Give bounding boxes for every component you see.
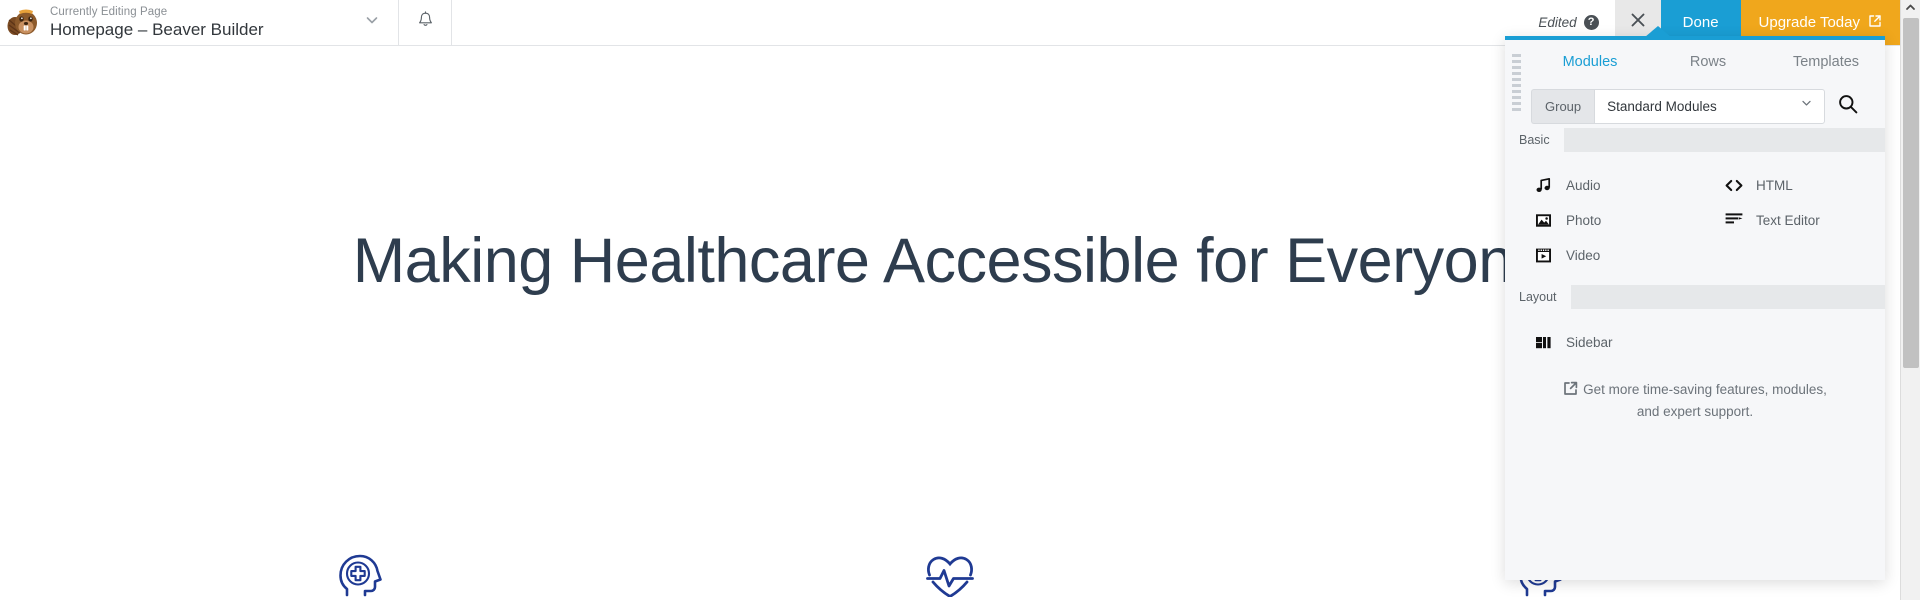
scrollbar-thumb[interactable] [1903, 18, 1919, 368]
tab-modules-label: Modules [1562, 54, 1618, 70]
panel-toolbar: Group Standard Modules [1505, 84, 1885, 128]
module-audio[interactable]: Audio [1505, 168, 1695, 203]
page-title-block: Currently Editing Page Homepage – Beaver… [46, 0, 346, 45]
module-html-label: HTML [1756, 178, 1793, 193]
group-select[interactable]: Standard Modules [1594, 88, 1825, 124]
module-video-label: Video [1566, 248, 1601, 263]
scrollbar-up-arrow[interactable] [1901, 0, 1920, 18]
module-sidebar[interactable]: Sidebar [1505, 325, 1695, 360]
feature-item[interactable] [160, 551, 560, 600]
group-select-value: Standard Modules [1607, 98, 1717, 114]
search-button[interactable] [1825, 93, 1871, 120]
edited-label: Edited [1538, 15, 1577, 30]
page-title: Homepage – Beaver Builder [50, 20, 264, 39]
panel-pointer-arrow [1645, 26, 1671, 37]
tab-templates[interactable]: Templates [1767, 40, 1885, 84]
external-link-icon [1563, 381, 1578, 402]
tab-templates-label: Templates [1792, 54, 1860, 70]
module-video[interactable]: Video [1505, 238, 1695, 273]
tab-modules[interactable]: Modules [1531, 40, 1649, 84]
code-brackets-icon [1725, 177, 1743, 194]
notifications-button[interactable] [399, 0, 451, 45]
section-header-layout: Layout [1505, 285, 1885, 309]
feature-icon-row [160, 551, 1740, 600]
promo-line-2: and expert support. [1636, 404, 1754, 419]
section-title-basic: Basic [1505, 128, 1564, 152]
section-header-basic: Basic [1505, 128, 1885, 152]
music-note-icon [1535, 177, 1552, 194]
module-sidebar-label: Sidebar [1566, 335, 1613, 350]
image-icon [1535, 212, 1552, 229]
chevron-down-icon [1800, 96, 1813, 112]
section-header-fill [1564, 128, 1885, 152]
module-text-editor-label: Text Editor [1756, 213, 1820, 228]
group-label: Group [1531, 88, 1595, 124]
upgrade-promo-link[interactable]: Get more time-saving features, modules, … [1549, 380, 1841, 422]
module-photo-label: Photo [1566, 213, 1602, 228]
panel-body: Basic Audio HTML Photo Text Editor Video… [1505, 128, 1885, 580]
module-text-editor[interactable]: Text Editor [1695, 203, 1885, 238]
module-audio-label: Audio [1566, 178, 1601, 193]
external-link-icon [1868, 14, 1882, 32]
text-lines-icon [1725, 212, 1743, 229]
video-play-icon [1535, 247, 1552, 264]
feature-item[interactable] [750, 551, 1150, 600]
done-label: Done [1682, 14, 1719, 31]
heart-pulse-icon [926, 551, 974, 600]
page-menu-dropdown-button[interactable] [346, 0, 398, 45]
beaver-logo-icon[interactable] [0, 0, 46, 45]
section-title-layout: Layout [1505, 285, 1571, 309]
search-icon [1837, 93, 1859, 120]
editing-eyebrow: Currently Editing Page [50, 6, 168, 18]
panel-footer: Get more time-saving features, modules, … [1505, 372, 1885, 422]
sidebar-layout-icon [1535, 334, 1552, 351]
head-medical-cross-icon [338, 551, 382, 600]
question-mark-icon[interactable]: ? [1583, 15, 1599, 30]
module-photo[interactable]: Photo [1505, 203, 1695, 238]
module-grid-basic: Audio HTML Photo Text Editor Video [1505, 152, 1885, 285]
modules-panel: Modules Rows Templates Group Standard Mo… [1505, 36, 1885, 580]
module-html[interactable]: HTML [1695, 168, 1885, 203]
module-grid-layout: Sidebar [1505, 309, 1885, 372]
browser-scrollbar[interactable] [1900, 0, 1920, 600]
panel-tab-bar: Modules Rows Templates [1505, 40, 1885, 84]
bell-icon [417, 11, 434, 34]
chevron-down-icon [364, 12, 380, 33]
tab-rows-label: Rows [1689, 54, 1727, 70]
chevron-up-icon [1905, 0, 1916, 18]
drag-handle-icon[interactable] [1512, 54, 1521, 112]
upgrade-label: Upgrade Today [1758, 14, 1860, 31]
promo-line-1: Get more time-saving features, modules, [1583, 382, 1827, 397]
tab-rows[interactable]: Rows [1649, 40, 1767, 84]
section-header-fill [1571, 285, 1885, 309]
